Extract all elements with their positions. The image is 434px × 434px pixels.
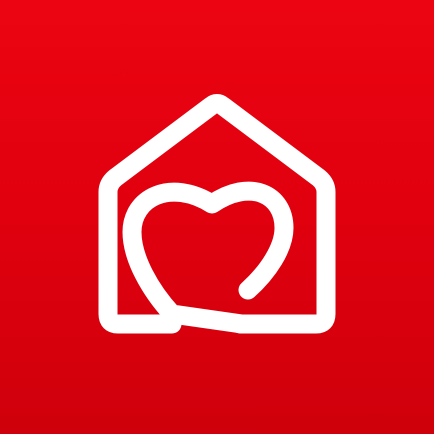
heart-outline xyxy=(122,181,294,334)
house-heart-icon xyxy=(98,94,336,334)
app-icon xyxy=(0,0,434,434)
